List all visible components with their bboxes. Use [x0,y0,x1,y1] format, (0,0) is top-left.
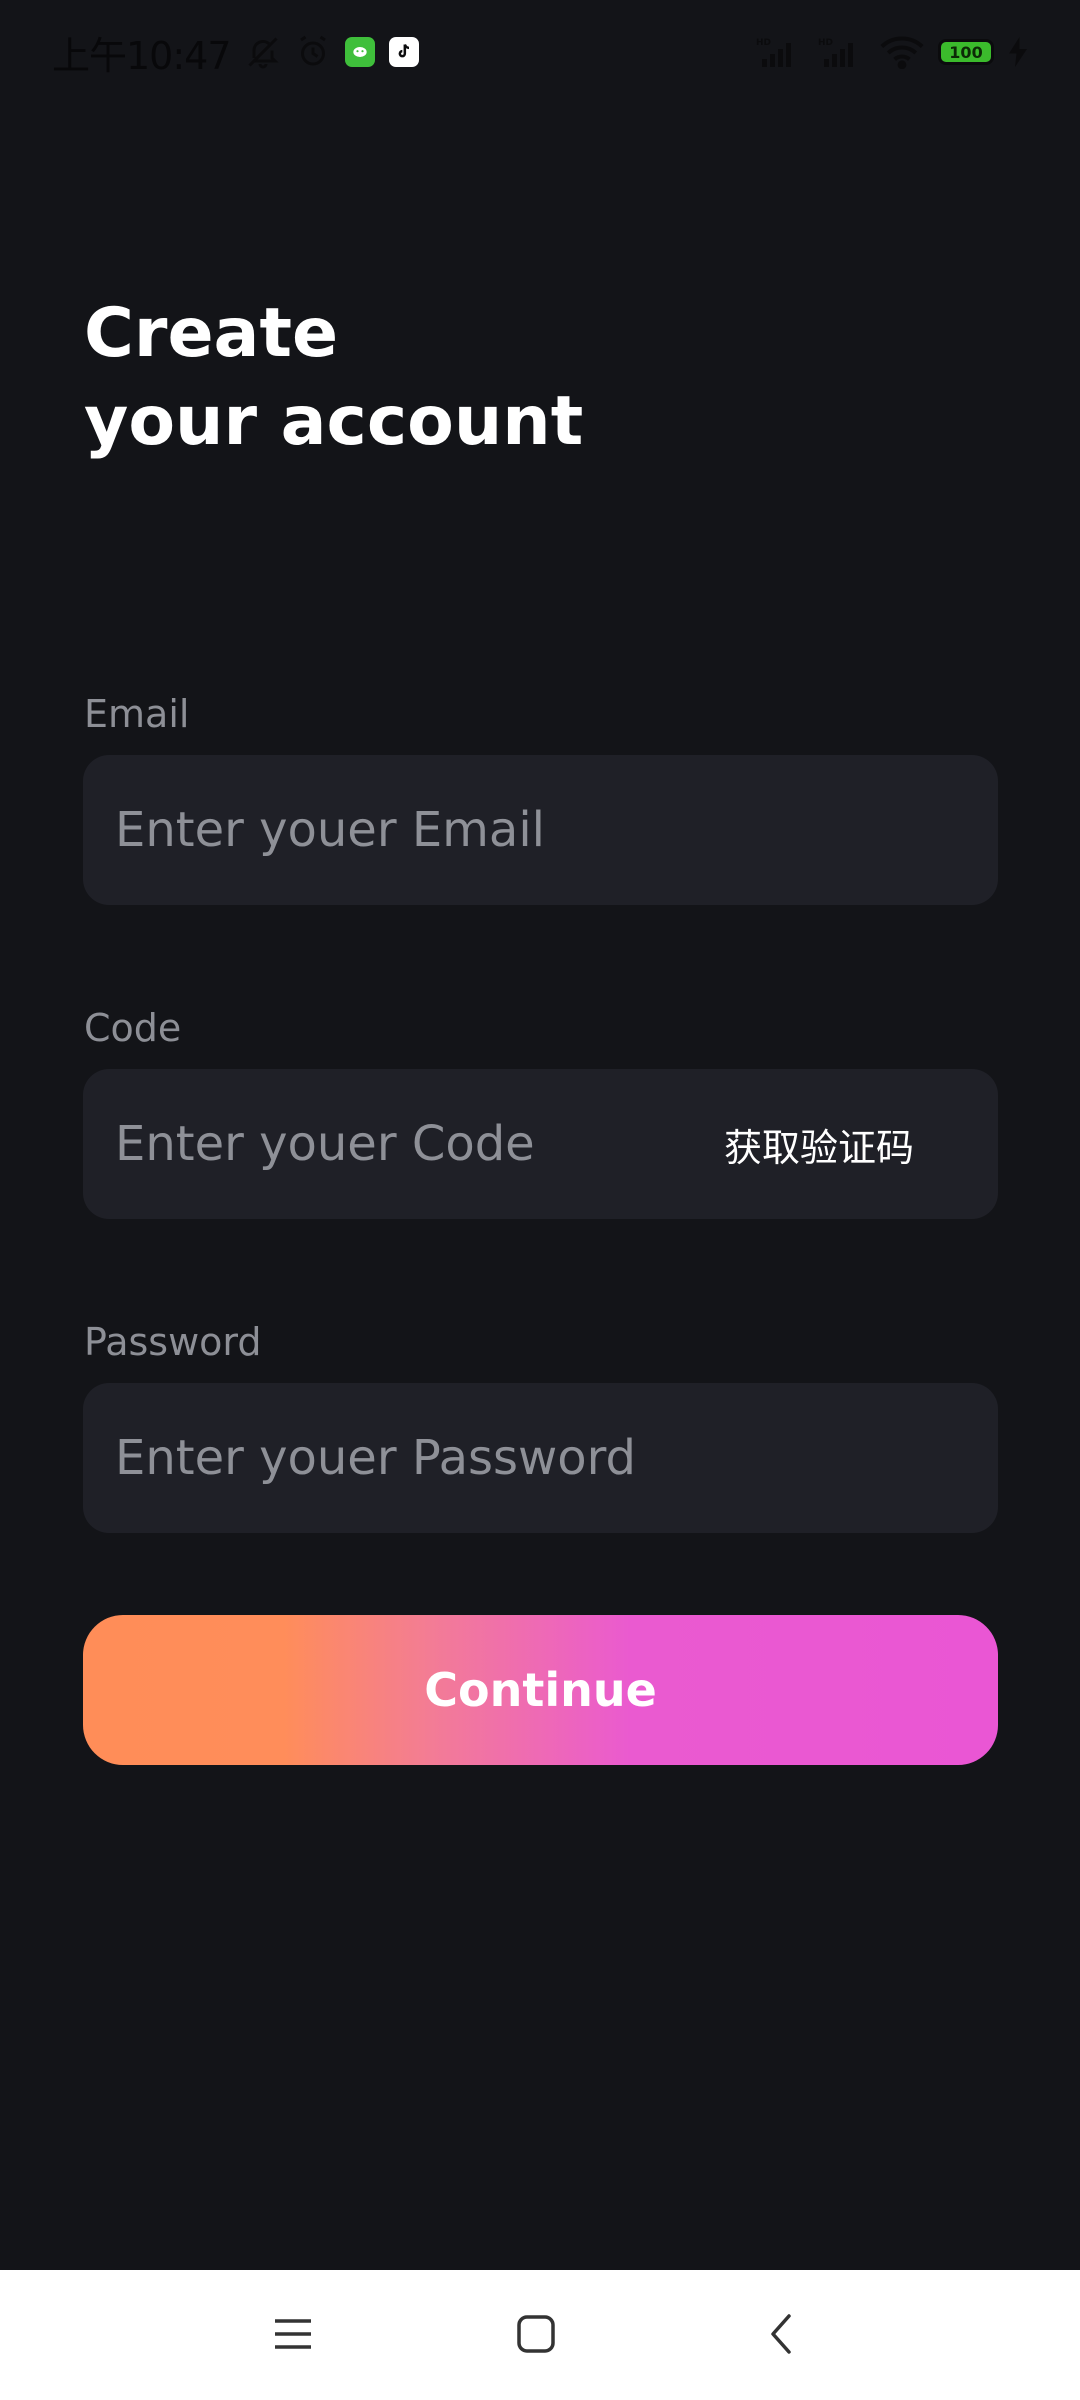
code-input[interactable] [115,1116,704,1172]
signal-hd-icon-2: HD [818,35,866,69]
get-code-button[interactable]: 获取验证码 [704,1117,966,1172]
password-label: Password [84,1320,262,1364]
battery-icon: 100 [938,39,994,65]
wechat-app-icon [344,37,375,67]
bell-off-icon [245,34,281,70]
home-square-icon [516,2314,556,2357]
password-field-container[interactable] [83,1383,998,1533]
page-title: Create your account [84,290,583,466]
status-bar-left: 上午10:47 [52,25,419,80]
password-input[interactable] [115,1430,966,1486]
svg-text:HD: HD [756,38,771,48]
code-field-container[interactable]: 获取验证码 [83,1069,998,1219]
menu-button[interactable] [223,2270,363,2400]
tiktok-app-icon [388,37,419,67]
svg-text:HD: HD [818,38,833,48]
back-button[interactable] [711,2270,851,2400]
back-chevron-icon [767,2312,795,2359]
navigation-bar [0,2270,1080,2400]
continue-button[interactable]: Continue [83,1615,998,1765]
email-input[interactable] [115,802,966,858]
home-button[interactable] [466,2270,606,2400]
wifi-icon [880,35,924,69]
status-time: 上午10:47 [52,33,232,78]
page-title-line2: your account [84,382,584,461]
code-label: Code [84,1006,182,1050]
signal-hd-icon: HD [756,35,804,69]
email-label: Email [84,692,190,736]
status-bar: 上午10:47 HD HD 100 [0,0,1080,104]
battery-level: 100 [949,42,983,62]
status-bar-right: HD HD 100 [756,35,1028,69]
charging-icon [1008,37,1028,67]
alarm-icon [295,34,331,70]
menu-icon [273,2316,313,2355]
signup-screen: 上午10:47 HD HD 100 Create your account Em… [0,0,1080,2400]
page-title-line1: Create [84,294,339,373]
email-field-container[interactable] [83,755,998,905]
